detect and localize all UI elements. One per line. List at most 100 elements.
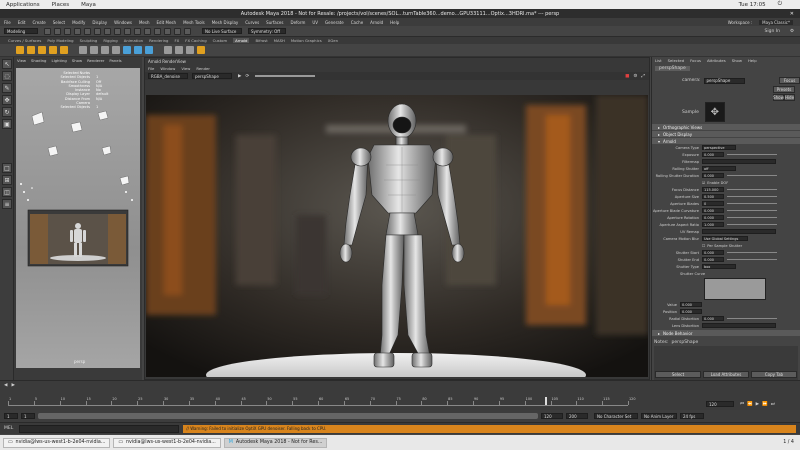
ipr-icon[interactable]	[164, 27, 171, 35]
attr-field[interactable]: 0.500	[702, 194, 724, 199]
select-button[interactable]: Select	[655, 371, 701, 378]
menu-mesh-tools[interactable]: Mesh Tools	[183, 20, 205, 25]
checkbox-icon[interactable]: ☑	[702, 181, 705, 185]
shelf-tab-xgen[interactable]: XGen	[328, 38, 338, 43]
shelf-tool-icon[interactable]	[101, 46, 109, 54]
move-tool-icon[interactable]: ✥	[2, 95, 12, 105]
shelf-tab-sculpting[interactable]: Sculpting	[80, 38, 98, 43]
snap-plane-icon[interactable]	[144, 27, 151, 35]
workspace-pager[interactable]: 1 / 4	[783, 440, 794, 445]
refresh-icon[interactable]: ⟳	[245, 74, 249, 79]
mel-input[interactable]	[19, 424, 180, 433]
checkbox-icon[interactable]: ☐	[702, 244, 705, 248]
menu-display[interactable]: Display	[92, 20, 107, 25]
menu-curves[interactable]: Curves	[245, 20, 259, 25]
shelf-tool-icon[interactable]	[134, 46, 142, 54]
attr-field[interactable]: perspective	[702, 145, 736, 150]
aov-dropdown[interactable]: RGBA_denoise	[148, 73, 188, 79]
lasso-tool-icon[interactable]: ◌	[2, 71, 12, 81]
attr-slider[interactable]	[727, 189, 777, 190]
radial-distortion-slider[interactable]	[727, 318, 777, 319]
shelf-tab-poly-modeling[interactable]: Poly Modeling	[47, 38, 73, 43]
single-view-icon[interactable]: □	[2, 163, 12, 173]
shelf-tool-icon[interactable]	[145, 46, 153, 54]
attr-field[interactable]: 1.000	[702, 222, 724, 227]
workspace-select[interactable]: Maya Classic*	[759, 19, 793, 25]
section-orthographic-views[interactable]: ▸ Orthographic Views	[652, 124, 800, 130]
save-icon[interactable]	[54, 27, 61, 35]
attr-menu-list[interactable]: List	[655, 58, 662, 63]
select-tool-icon[interactable]: ↖	[2, 59, 12, 69]
shelf-tab-bifrost[interactable]: Bifrost	[255, 38, 267, 43]
attr-slider[interactable]	[727, 154, 777, 155]
presets-button[interactable]: Presets	[773, 85, 795, 93]
attr-field[interactable]: box	[702, 264, 736, 269]
select-hierarchy-icon[interactable]	[84, 27, 91, 35]
applications-menu[interactable]: Applications	[6, 2, 40, 8]
anim-layer-dropdown[interactable]: No Anim Layer	[641, 413, 677, 419]
viewport-menu-shading[interactable]: Shading	[31, 58, 46, 63]
shelf-tab-arnold[interactable]: Arnold	[233, 38, 250, 43]
render-icon[interactable]	[154, 27, 161, 35]
attr-slider[interactable]	[727, 210, 777, 211]
shutter-curve-graph[interactable]	[704, 278, 766, 300]
menu-mesh[interactable]: Mesh	[139, 20, 150, 25]
shelf-tab-rigging[interactable]: Rigging	[103, 38, 117, 43]
shelf-tab-animation[interactable]: Animation	[124, 38, 143, 43]
settings-icon[interactable]: ⚙	[633, 74, 637, 79]
outliner-view-icon[interactable]: ≡	[2, 199, 12, 209]
renderview-menu-window[interactable]: Window	[160, 66, 175, 71]
shelf-tool-icon[interactable]	[175, 46, 183, 54]
attr-field[interactable]: 115.000	[702, 187, 724, 192]
go-start-icon[interactable]: ⏮	[740, 401, 744, 407]
menu-mesh-display[interactable]: Mesh Display	[212, 20, 239, 25]
persp-viewport[interactable]: Selected Nurbs Selected Objects 1 Backface …	[16, 68, 140, 368]
step-back-icon[interactable]: ⏪	[747, 402, 753, 407]
shelf-tab-custom[interactable]: Custom	[213, 38, 228, 43]
shelf-tool-icon[interactable]	[197, 46, 205, 54]
shelf-tab-rendering[interactable]: Rendering	[149, 38, 168, 43]
fps-dropdown[interactable]: 24 fps	[680, 413, 704, 419]
menu-select[interactable]: Select	[53, 20, 65, 25]
camera-dropdown[interactable]: perspShape	[192, 73, 232, 79]
menu-modify[interactable]: Modify	[72, 20, 85, 25]
select-component-icon[interactable]	[104, 27, 111, 35]
viewport-menu-lighting[interactable]: Lighting	[51, 58, 66, 63]
section-object-display[interactable]: ▸ Object Display	[652, 131, 800, 137]
viewport-menu-show[interactable]: Show	[72, 58, 82, 63]
menu-generate[interactable]: Generate	[325, 20, 344, 25]
range-end-field[interactable]: 120	[541, 413, 563, 419]
start-frame-field[interactable]: 1	[4, 413, 18, 419]
menu-file[interactable]: File	[4, 20, 11, 25]
app-menu[interactable]: Maya	[81, 2, 96, 8]
shelf-tool-icon[interactable]	[164, 46, 172, 54]
menu-surfaces[interactable]: Surfaces	[266, 20, 283, 25]
attr-slider[interactable]	[727, 175, 777, 176]
hide-button[interactable]: Hide	[784, 93, 795, 101]
value-field[interactable]: 0.000	[680, 302, 702, 307]
renderview-menu-file[interactable]: File	[148, 66, 154, 71]
step-forward-icon[interactable]: ⏩	[762, 402, 768, 407]
menu-uv[interactable]: UV	[312, 20, 318, 25]
viewport-menu-renderer[interactable]: Renderer	[87, 58, 104, 63]
close-icon[interactable]: ✕	[790, 11, 794, 17]
play-forward-icon[interactable]: ▶	[11, 383, 14, 388]
attr-slider[interactable]	[727, 217, 777, 218]
snap-grid-icon[interactable]	[114, 27, 121, 35]
menu-windows[interactable]: Windows	[114, 20, 132, 25]
attr-menu-focus[interactable]: Focus	[690, 58, 701, 63]
range-min-field[interactable]: 1	[21, 413, 35, 419]
render-settings-icon[interactable]	[174, 27, 181, 35]
menu-edit[interactable]: Edit	[18, 20, 26, 25]
go-end-icon[interactable]: ⏭	[771, 401, 775, 407]
shelf-tool-icon[interactable]	[79, 46, 87, 54]
renderview-menu-view[interactable]: View	[181, 66, 190, 71]
play-back-icon[interactable]: ◀	[4, 383, 7, 388]
taskbar-item[interactable]: ▭ nvidia@lws-us-west1-b-2e04-nvidia...	[3, 437, 111, 448]
stop-icon[interactable]: ■	[625, 74, 629, 79]
two-view-icon[interactable]: ◫	[2, 187, 12, 197]
shelf-tab-curves-surfaces[interactable]: Curves / Surfaces	[8, 38, 41, 43]
attr-slider[interactable]	[727, 224, 777, 225]
attr-menu-show[interactable]: Show	[732, 58, 742, 63]
attr-field[interactable]: off	[702, 166, 736, 171]
